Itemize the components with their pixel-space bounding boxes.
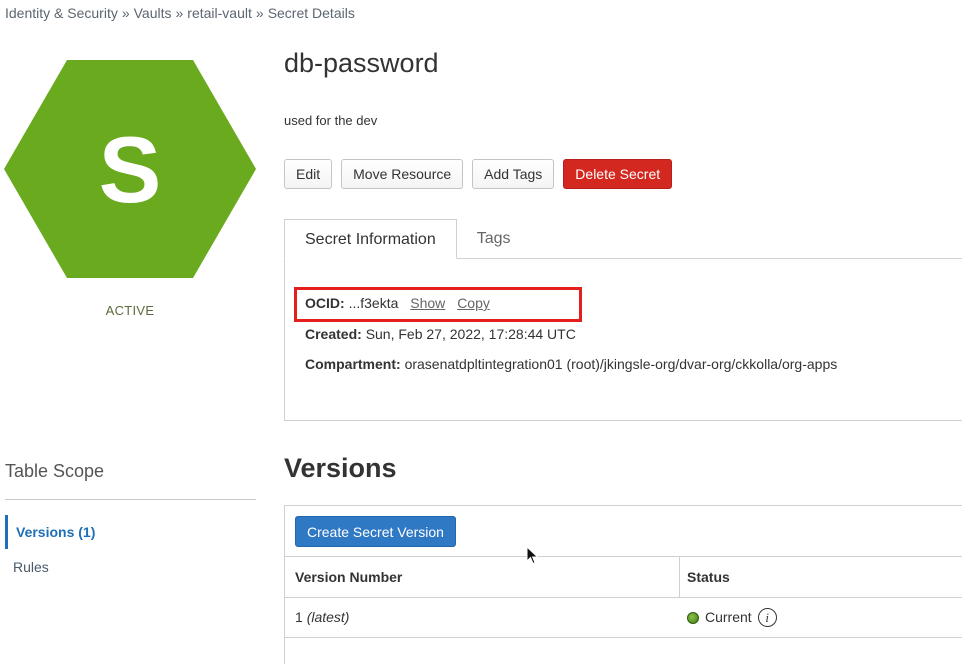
info-icon[interactable]: i [757,608,777,627]
breadcrumb-separator: » [121,5,130,21]
created-value: Sun, Feb 27, 2022, 17:28:44 UTC [365,326,576,342]
breadcrumb-separator: » [175,5,184,21]
hexagon-letter: S [99,117,162,222]
scope-divider [5,499,256,500]
column-status[interactable]: Status [680,557,962,597]
version-number: 1 [295,609,303,625]
secret-hexagon-icon: S [4,60,256,278]
create-secret-version-button[interactable]: Create Secret Version [295,516,456,547]
secret-description: used for the dev [284,113,378,128]
breadcrumb-current: Secret Details [267,5,355,21]
action-bar: Edit Move Resource Add Tags Delete Secre… [284,159,673,189]
lifecycle-status: ACTIVE [105,303,155,318]
scope-item-versions[interactable]: Versions (1) [5,515,256,549]
scope-item-rules[interactable]: Rules [5,550,256,584]
page-title: db-password [284,48,439,78]
move-resource-button[interactable]: Move Resource [341,159,464,189]
compartment-label: Compartment: [305,356,401,372]
status-text: Current [705,609,752,625]
table-scope-title: Table Scope [5,461,105,481]
ocid-highlight-box [294,287,582,322]
mouse-cursor-icon [526,546,539,565]
compartment-value: orasenatdpltintegration01 (root)/jkingsl… [404,356,838,372]
breadcrumb: Identity & Security» Vaults» retail-vault»… [5,5,355,21]
breadcrumb-vaults[interactable]: Vaults [134,5,172,21]
add-tags-button[interactable]: Add Tags [472,159,555,189]
version-latest-tag: (latest) [306,609,350,625]
versions-table-header: Version Number Status [285,556,962,598]
delete-secret-button[interactable]: Delete Secret [563,159,673,189]
status-cell: Current i [680,598,962,637]
tab-secret-information[interactable]: Secret Information [284,219,457,259]
version-number-cell: 1 (latest) [285,598,680,637]
created-label: Created: [305,326,362,342]
breadcrumb-separator: » [255,5,264,21]
compartment-row: Compartment: orasenatdpltintegration01 (… [305,356,837,372]
tab-tags[interactable]: Tags [457,219,531,259]
table-row: 1 (latest) Current i [285,598,962,638]
hexagon-shape: S [4,60,256,278]
column-version-number[interactable]: Version Number [285,557,680,597]
edit-button[interactable]: Edit [284,159,333,189]
status-dot-icon [687,611,699,624]
created-row: Created: Sun, Feb 27, 2022, 17:28:44 UTC [305,326,576,342]
detail-tabs: Secret Information Tags [284,219,531,259]
breadcrumb-retail-vault[interactable]: retail-vault [187,5,252,21]
versions-title: Versions [284,453,397,483]
breadcrumb-identity-security[interactable]: Identity & Security [5,5,118,21]
